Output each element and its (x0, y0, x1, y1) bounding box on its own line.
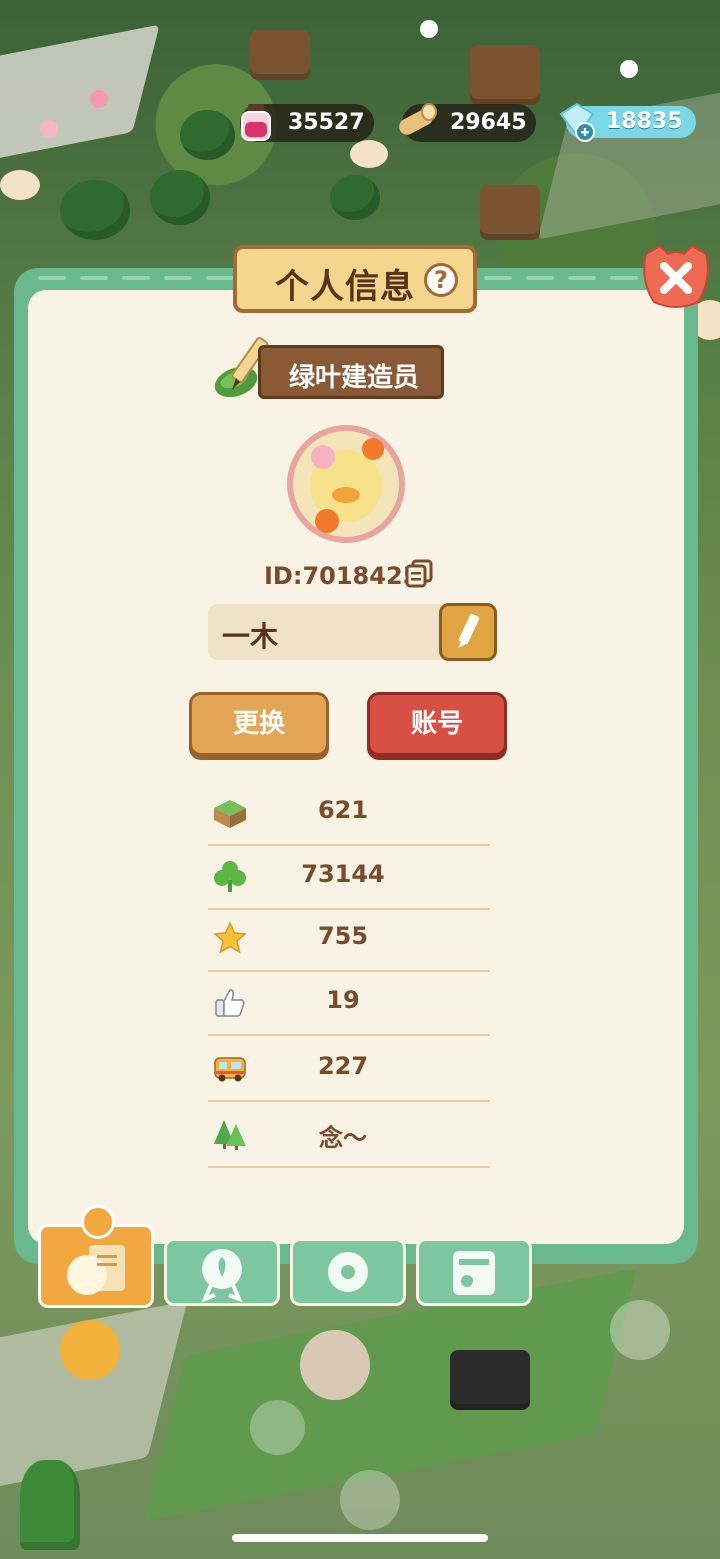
ink-value: 35527 (288, 110, 365, 135)
clover-icon (214, 861, 246, 892)
grass-block-icon (214, 800, 246, 828)
player-name-field: 一木 (208, 604, 448, 660)
rosette-icon (201, 1249, 243, 1303)
profile-card-tab[interactable] (38, 1205, 154, 1308)
stat-row: 227 (208, 1036, 490, 1102)
help-button[interactable]: ? (424, 263, 458, 297)
stat-value: 念～ (319, 1124, 367, 1152)
stat-value: 19 (326, 986, 360, 1014)
album-tab[interactable] (416, 1238, 532, 1306)
badge-tab[interactable] (164, 1238, 280, 1306)
stat-row: 621 (208, 780, 490, 846)
title-badge: 绿叶建造员 (258, 345, 444, 399)
copy-icon[interactable] (404, 558, 434, 588)
stat-value: 227 (317, 1052, 369, 1080)
page-title: 个人信息 (275, 267, 415, 307)
ink-resource: 35527 (240, 104, 374, 142)
home-indicator[interactable] (232, 1534, 488, 1542)
player-id: ID:7018425 (264, 562, 420, 590)
stat-row: 755 (208, 906, 490, 972)
diamond-plus-icon[interactable] (554, 96, 600, 144)
duck-avatar-icon (310, 438, 384, 533)
wood-resource: 29645 (399, 103, 536, 142)
stat-value: 755 (317, 922, 369, 950)
avatar[interactable] (287, 425, 405, 543)
stat-row: 73144 (208, 844, 490, 910)
settings-tab[interactable] (290, 1238, 406, 1306)
photo-album-icon (453, 1251, 495, 1295)
bus-icon (214, 1057, 246, 1082)
account-button[interactable]: 账号 (367, 692, 507, 756)
edit-name-button[interactable] (439, 603, 497, 661)
star-icon (213, 921, 247, 954)
gem-value: 18835 (606, 109, 683, 134)
gem-resource[interactable]: 18835 (559, 102, 696, 142)
player-name: 一木 (222, 620, 279, 653)
pencil-icon (458, 613, 480, 648)
trees-icon (214, 1120, 246, 1150)
stat-value: 621 (317, 796, 369, 824)
gear-icon (328, 1252, 368, 1292)
wood-value: 29645 (450, 110, 527, 135)
stat-row: 19 (208, 970, 490, 1036)
thumbs-up-icon (215, 989, 245, 1017)
wood-log-icon (399, 103, 437, 135)
change-button[interactable]: 更换 (189, 692, 329, 756)
title-badge-label: 绿叶建造员 (289, 363, 420, 393)
stat-row: 念～ (208, 1102, 490, 1168)
close-button[interactable] (638, 240, 714, 312)
ink-bottle-icon (241, 104, 271, 141)
stat-value: 73144 (301, 860, 385, 888)
